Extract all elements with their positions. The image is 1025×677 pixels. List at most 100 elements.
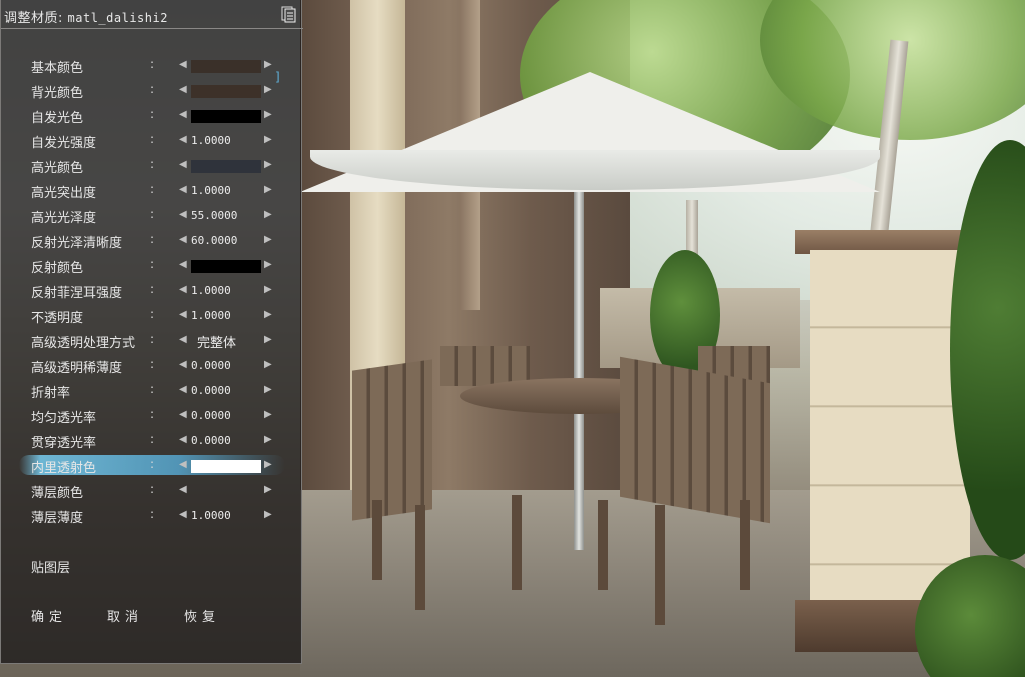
arrow-right-icon[interactable]: ▶	[264, 259, 272, 270]
arrow-right-icon[interactable]: ▶	[264, 459, 272, 470]
property-label: 反射颜色	[31, 261, 84, 276]
arrow-left-icon[interactable]: ◀	[179, 284, 187, 295]
arrow-right-icon[interactable]: ▶	[264, 284, 272, 295]
arrow-right-icon[interactable]: ▶	[264, 359, 272, 370]
property-value[interactable]: 0.0000	[191, 434, 231, 447]
arrow-left-icon[interactable]: ◀	[179, 359, 187, 370]
property-label: 高光突出度	[31, 186, 97, 201]
property-value[interactable]: 0.0000	[191, 359, 231, 372]
arrow-right-icon[interactable]: ▶	[264, 159, 272, 170]
property-value[interactable]: 1.0000	[191, 284, 231, 297]
ok-button[interactable]: 确定	[31, 606, 67, 625]
property-value[interactable]: 1.0000	[191, 309, 231, 322]
property-colon: :	[150, 207, 155, 221]
property-label: 贯穿透光率	[31, 436, 97, 451]
property-row[interactable]: 薄层颜色: ◀ ▶	[1, 478, 303, 503]
chair-leg	[598, 500, 608, 590]
arrow-right-icon[interactable]: ▶	[264, 334, 272, 345]
arrow-left-icon[interactable]: ◀	[179, 384, 187, 395]
property-colon: :	[150, 282, 155, 296]
property-value[interactable]: 55.0000	[191, 209, 237, 222]
property-row[interactable]: 反射颜色: ◀ ▶	[1, 253, 303, 278]
dialog-title: 调整材质: matl_dalishi2	[4, 7, 168, 26]
arrow-right-icon[interactable]: ▶	[264, 134, 272, 145]
property-value[interactable]: 完整体	[197, 332, 236, 351]
arrow-left-icon[interactable]: ◀	[179, 484, 187, 495]
property-label: 高级透明稀薄度	[31, 361, 123, 376]
arrow-left-icon[interactable]: ◀	[179, 509, 187, 520]
color-swatch[interactable]	[191, 60, 261, 73]
property-row[interactable]: 自发光强度: ◀ 1.0000 ▶	[1, 128, 303, 153]
arrow-left-icon[interactable]: ◀	[179, 309, 187, 320]
arrow-left-icon[interactable]: ◀	[179, 459, 187, 470]
arrow-right-icon[interactable]: ▶	[264, 59, 272, 70]
property-value[interactable]: 0.0000	[191, 409, 231, 422]
arrow-right-icon[interactable]: ▶	[264, 209, 272, 220]
arrow-left-icon[interactable]: ◀	[179, 109, 187, 120]
property-row[interactable]: 自发光色: ◀ ▶	[1, 103, 303, 128]
arrow-left-icon[interactable]: ◀	[179, 134, 187, 145]
property-label: 薄层颜色	[31, 486, 84, 501]
arrow-right-icon[interactable]: ▶	[264, 84, 272, 95]
property-row[interactable]: 高光颜色: ◀ ▶	[1, 153, 303, 178]
arrow-left-icon[interactable]: ◀	[179, 84, 187, 95]
stone-pillar	[810, 250, 970, 600]
arrow-right-icon[interactable]: ▶	[264, 109, 272, 120]
arrow-left-icon[interactable]: ◀	[179, 434, 187, 445]
chair-leg	[372, 500, 382, 580]
arrow-left-icon[interactable]: ◀	[179, 409, 187, 420]
color-swatch[interactable]	[191, 260, 261, 273]
arrow-right-icon[interactable]: ▶	[264, 484, 272, 495]
material-dialog: 调整材质: matl_dalishi2 ] 基本颜色: ◀ ▶ 背光颜色: ◀ ▶ 自发光色…	[0, 0, 303, 664]
color-swatch[interactable]	[191, 110, 261, 123]
property-label: 背光颜色	[31, 86, 84, 101]
arrow-left-icon[interactable]: ◀	[179, 184, 187, 195]
property-row[interactable]: 基本颜色: ◀ ▶	[1, 53, 303, 78]
chair-leg	[740, 500, 750, 590]
property-label: 自发光强度	[31, 136, 97, 151]
arrow-right-icon[interactable]: ▶	[264, 509, 272, 520]
color-swatch[interactable]	[191, 460, 261, 473]
property-value[interactable]: 1.0000	[191, 134, 231, 147]
cancel-button[interactable]: 取消	[107, 606, 143, 625]
arrow-right-icon[interactable]: ▶	[264, 309, 272, 320]
property-value[interactable]: 1.0000	[191, 509, 231, 522]
property-value[interactable]: 60.0000	[191, 234, 237, 247]
property-row[interactable]: 高级透明处理方式: ◀ 完整体 ▶	[1, 328, 303, 353]
arrow-right-icon[interactable]: ▶	[264, 184, 272, 195]
property-row[interactable]: 高光光泽度: ◀ 55.0000 ▶	[1, 203, 303, 228]
property-value[interactable]: 0.0000	[191, 384, 231, 397]
property-label: 高光光泽度	[31, 211, 97, 226]
property-row[interactable]: 均匀透光率: ◀ 0.0000 ▶	[1, 403, 303, 428]
property-row[interactable]: 反射菲涅耳强度: ◀ 1.0000 ▶	[1, 278, 303, 303]
color-swatch[interactable]	[191, 160, 261, 173]
arrow-right-icon[interactable]: ▶	[264, 409, 272, 420]
arrow-right-icon[interactable]: ▶	[264, 234, 272, 245]
arrow-left-icon[interactable]: ◀	[179, 209, 187, 220]
property-value[interactable]: 1.0000	[191, 184, 231, 197]
restore-button[interactable]: 恢复	[184, 606, 220, 625]
property-label: 反射菲涅耳强度	[31, 286, 123, 301]
property-label: 高级透明处理方式	[31, 336, 136, 351]
arrow-left-icon[interactable]: ◀	[179, 159, 187, 170]
property-label: 基本颜色	[31, 61, 84, 76]
property-row[interactable]: 贯穿透光率: ◀ 0.0000 ▶	[1, 428, 303, 453]
property-row[interactable]: 内里透射色: ◀ ▶	[1, 453, 303, 478]
arrow-left-icon[interactable]: ◀	[179, 234, 187, 245]
property-row[interactable]: 背光颜色: ◀ ▶	[1, 78, 303, 103]
property-row[interactable]: 薄层薄度: ◀ 1.0000 ▶	[1, 503, 303, 528]
property-row[interactable]: 高光突出度: ◀ 1.0000 ▶	[1, 178, 303, 203]
texture-layer-section[interactable]: 贴图层	[31, 557, 70, 576]
arrow-right-icon[interactable]: ▶	[264, 434, 272, 445]
property-colon: :	[150, 57, 155, 71]
property-row[interactable]: 高级透明稀薄度: ◀ 0.0000 ▶	[1, 353, 303, 378]
arrow-left-icon[interactable]: ◀	[179, 334, 187, 345]
arrow-left-icon[interactable]: ◀	[179, 259, 187, 270]
property-row[interactable]: 反射光泽清晰度: ◀ 60.0000 ▶	[1, 228, 303, 253]
document-icon[interactable]	[280, 6, 296, 23]
color-swatch[interactable]	[191, 85, 261, 98]
property-row[interactable]: 折射率: ◀ 0.0000 ▶	[1, 378, 303, 403]
arrow-left-icon[interactable]: ◀	[179, 59, 187, 70]
property-row[interactable]: 不透明度: ◀ 1.0000 ▶	[1, 303, 303, 328]
arrow-right-icon[interactable]: ▶	[264, 384, 272, 395]
